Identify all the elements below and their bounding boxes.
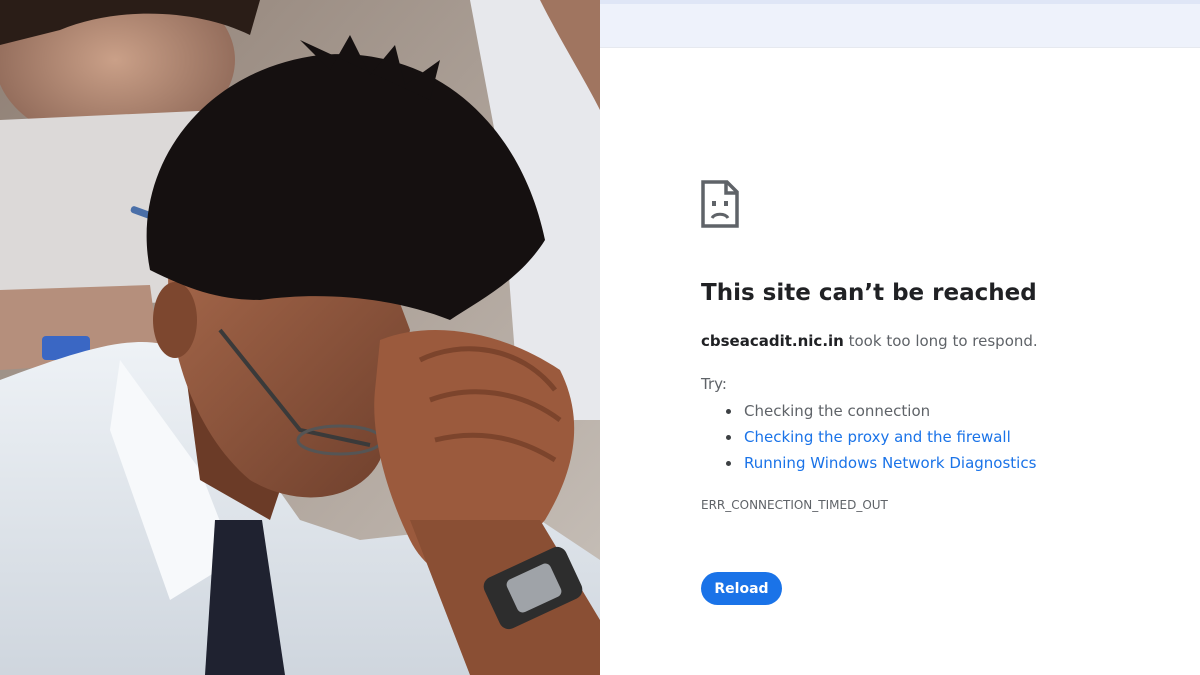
sad-page-icon bbox=[701, 180, 739, 228]
suggestion-item: Checking the proxy and the firewall bbox=[701, 424, 1036, 450]
suggestion-link-proxy-firewall[interactable]: Checking the proxy and the firewall bbox=[744, 428, 1011, 446]
browser-toolbar bbox=[600, 0, 1200, 48]
error-message: took too long to respond. bbox=[843, 332, 1038, 350]
error-description: cbseacadit.nic.in took too long to respo… bbox=[701, 332, 1038, 350]
suggestion-item: Running Windows Network Diagnostics bbox=[701, 450, 1036, 476]
error-host: cbseacadit.nic.in bbox=[701, 332, 844, 350]
reload-button[interactable]: Reload bbox=[701, 572, 782, 605]
error-code: ERR_CONNECTION_TIMED_OUT bbox=[701, 498, 888, 512]
suggestion-list: Checking the connection Checking the pro… bbox=[701, 398, 1036, 476]
browser-window: This site can’t be reached cbseacadit.ni… bbox=[600, 0, 1200, 675]
suggestion-item: Checking the connection bbox=[701, 398, 1036, 424]
suggestion-check-connection: Checking the connection bbox=[744, 402, 931, 420]
suggestion-link-network-diagnostics[interactable]: Running Windows Network Diagnostics bbox=[744, 454, 1036, 472]
photo-illustration bbox=[0, 0, 600, 675]
try-label: Try: bbox=[701, 375, 727, 393]
error-title: This site can’t be reached bbox=[701, 280, 1037, 306]
photo-student-stressed bbox=[0, 0, 600, 675]
